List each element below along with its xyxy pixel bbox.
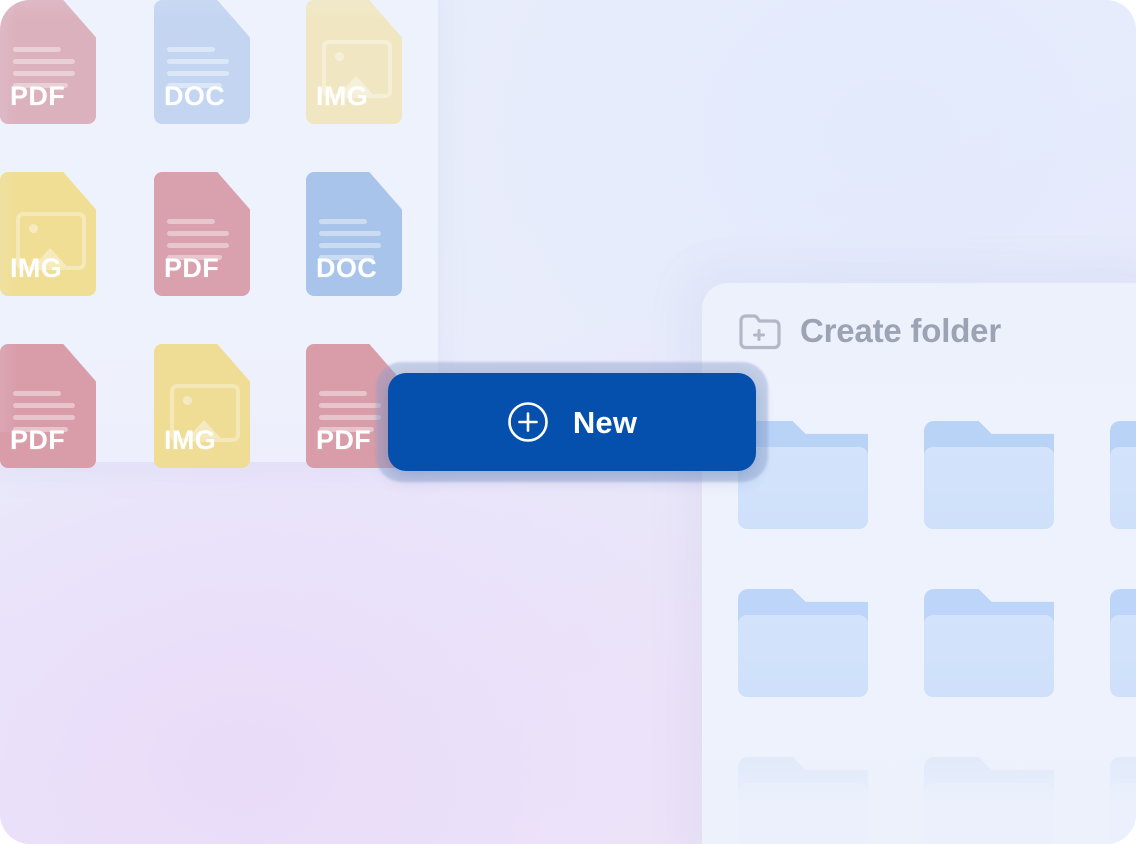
- plus-circle-icon: [507, 401, 549, 443]
- file-type-label: PDF: [10, 81, 66, 111]
- file-card-img[interactable]: IMG: [0, 172, 96, 296]
- folder-item[interactable]: [738, 589, 924, 757]
- create-folder-header[interactable]: Create folder: [738, 311, 1001, 351]
- folder-item[interactable]: [738, 757, 924, 844]
- file-type-label: DOC: [164, 81, 226, 111]
- files-panel: PDF DOC IMG IMG PDF DOC PDF IMG PDF: [0, 0, 438, 468]
- file-card-pdf[interactable]: PDF: [0, 344, 96, 468]
- folder-body: [924, 783, 1054, 844]
- file-card-cell[interactable]: IMG: [152, 344, 304, 516]
- page-fold-corner: [217, 172, 250, 210]
- page-fold-corner: [369, 172, 402, 210]
- create-folder-title: Create folder: [800, 312, 1001, 349]
- file-type-label: DOC: [316, 253, 378, 283]
- file-card-doc[interactable]: DOC: [154, 0, 250, 124]
- file-type-label: IMG: [164, 425, 217, 455]
- folder-body: [738, 783, 868, 844]
- file-type-label: IMG: [316, 81, 369, 111]
- new-button-container: New: [376, 362, 768, 482]
- page-fold-corner: [63, 344, 96, 382]
- file-card-img[interactable]: IMG: [306, 0, 402, 124]
- folder-item[interactable]: [1110, 421, 1136, 589]
- file-card-doc[interactable]: DOC: [306, 172, 402, 296]
- file-type-label: PDF: [10, 425, 66, 455]
- files-grid: PDF DOC IMG IMG PDF DOC PDF IMG PDF: [0, 0, 438, 516]
- folder-item[interactable]: [1110, 757, 1136, 844]
- page-fold-corner: [63, 0, 96, 38]
- folder-item[interactable]: [924, 589, 1110, 757]
- page-fold-corner: [217, 0, 250, 38]
- file-card-pdf[interactable]: PDF: [154, 172, 250, 296]
- page-fold-corner: [369, 0, 402, 38]
- folder-item[interactable]: [924, 757, 1110, 844]
- folder-plus-icon: [738, 311, 782, 351]
- folders-grid: [738, 421, 1136, 844]
- folder-body: [924, 615, 1054, 697]
- folder-body: [1110, 783, 1136, 844]
- file-type-label: PDF: [316, 425, 372, 455]
- page-fold-corner: [217, 344, 250, 382]
- file-card-cell[interactable]: PDF: [0, 344, 152, 516]
- new-button[interactable]: New: [388, 373, 756, 471]
- file-card-cell[interactable]: DOC: [304, 172, 456, 344]
- file-card-cell[interactable]: PDF: [152, 172, 304, 344]
- file-card-cell[interactable]: DOC: [152, 0, 304, 172]
- file-card-cell[interactable]: IMG: [304, 0, 456, 172]
- new-button-label: New: [572, 404, 638, 440]
- file-card-cell[interactable]: IMG: [0, 172, 152, 344]
- folder-item[interactable]: [1110, 589, 1136, 757]
- folder-item[interactable]: [924, 421, 1110, 589]
- file-type-label: PDF: [164, 253, 220, 283]
- folder-body: [738, 615, 868, 697]
- file-card-img[interactable]: IMG: [154, 344, 250, 468]
- folder-body: [1110, 615, 1136, 697]
- file-card-cell[interactable]: PDF: [0, 0, 152, 172]
- app-canvas: PDF DOC IMG IMG PDF DOC PDF IMG PDF Crea…: [0, 0, 1136, 844]
- folder-body: [924, 447, 1054, 529]
- file-card-pdf[interactable]: PDF: [0, 0, 96, 124]
- file-type-label: IMG: [10, 253, 63, 283]
- folder-body: [1110, 447, 1136, 529]
- page-fold-corner: [63, 172, 96, 210]
